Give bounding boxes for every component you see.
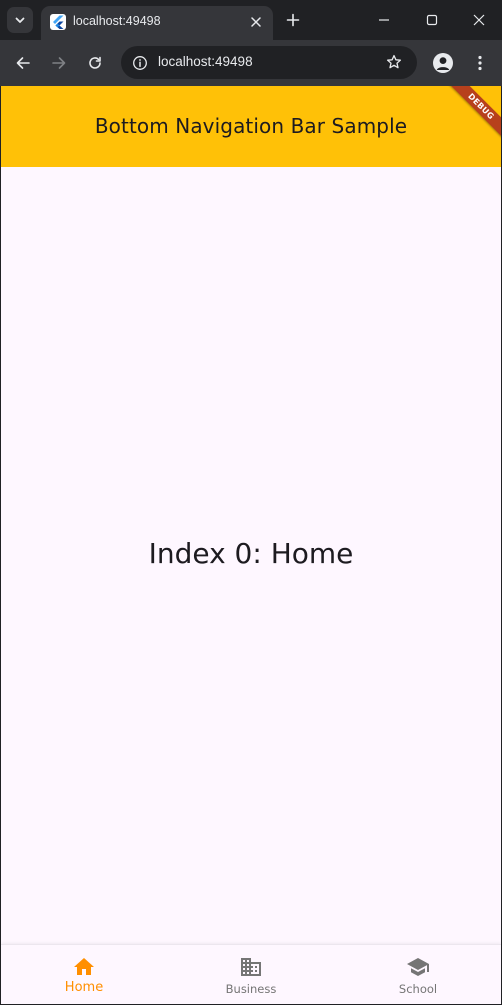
tab-title: localhost:49498	[73, 14, 161, 28]
site-info-button[interactable]	[130, 53, 149, 72]
star-icon	[386, 54, 402, 69]
person-icon	[436, 57, 450, 70]
reload-button[interactable]	[84, 52, 106, 74]
plus-icon	[286, 13, 300, 27]
app-bar-title: Bottom Navigation Bar Sample	[94, 113, 408, 138]
address-bar[interactable]: localhost:49498	[121, 46, 417, 79]
tab-search-button[interactable]	[7, 7, 33, 33]
address-url: localhost:49498	[158, 54, 253, 69]
info-icon	[132, 55, 147, 70]
nav-item-home[interactable]: Home	[1, 945, 167, 1004]
close-window-button[interactable]	[468, 9, 490, 31]
browser-menu-button[interactable]	[470, 52, 490, 74]
browser-toolbar: localhost:49498	[0, 40, 502, 86]
browser-tab[interactable]: localhost:49498	[41, 6, 273, 40]
nav-item-business[interactable]: Business	[168, 945, 334, 1004]
profile-button[interactable]	[433, 53, 453, 73]
debug-banner-label: DEBUG	[466, 91, 496, 122]
app-bar: Bottom Navigation Bar Sample DEBUG	[1, 86, 501, 167]
nav-label-home: Home	[64, 980, 104, 995]
back-button[interactable]	[12, 52, 34, 74]
minimize-icon	[379, 19, 389, 21]
tab-close-button[interactable]	[247, 13, 265, 31]
page-body: Index 0: Home	[1, 167, 501, 944]
reload-icon	[89, 56, 101, 69]
school-icon	[407, 958, 429, 976]
maximize-icon	[426, 14, 438, 26]
close-icon	[251, 17, 261, 27]
nav-label-school: School	[398, 982, 438, 996]
app-viewport: Bottom Navigation Bar Sample DEBUG Index…	[1, 86, 501, 1004]
nav-label-business: Business	[225, 982, 277, 996]
selected-index-text: Index 0: Home	[148, 536, 354, 570]
minimize-button[interactable]	[373, 9, 395, 31]
flutter-icon	[50, 14, 66, 30]
arrow-right-icon	[52, 57, 66, 69]
debug-banner: DEBUG	[443, 86, 501, 144]
browser-tabstrip: localhost:49498	[0, 0, 502, 40]
kebab-menu-icon	[478, 55, 482, 71]
bottom-navigation-bar: Home Business School	[1, 944, 501, 1004]
chevron-down-icon	[15, 17, 25, 23]
new-tab-button[interactable]	[283, 10, 303, 30]
business-icon	[241, 958, 261, 976]
bookmark-button[interactable]	[384, 52, 404, 72]
close-icon	[473, 14, 485, 26]
maximize-button[interactable]	[421, 9, 443, 31]
nav-item-school[interactable]: School	[335, 945, 501, 1004]
forward-button[interactable]	[48, 52, 70, 74]
home-icon	[74, 958, 94, 975]
arrow-left-icon	[16, 57, 30, 69]
